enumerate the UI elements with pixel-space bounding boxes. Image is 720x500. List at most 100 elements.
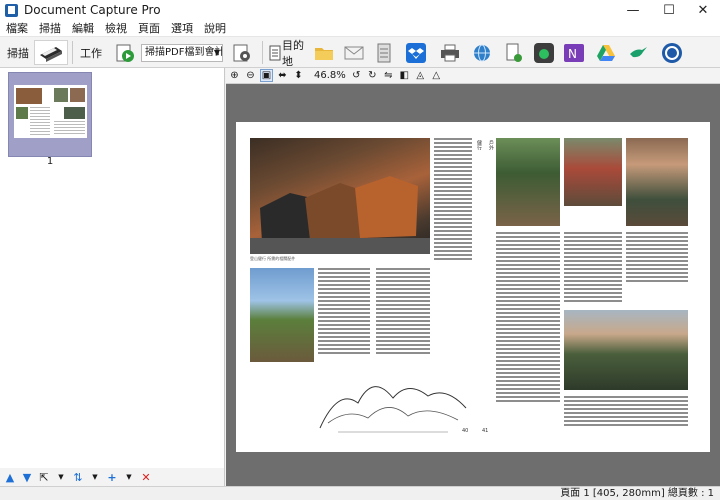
- maximize-button[interactable]: ☐: [652, 0, 686, 20]
- chevron-down-icon: ▼: [126, 473, 132, 481]
- menu-edit[interactable]: 編輯: [72, 20, 94, 36]
- other-destination-button[interactable]: [659, 40, 685, 65]
- thumbnail-page-number: 1: [46, 156, 54, 167]
- chevron-down-icon: ▼: [92, 473, 98, 481]
- fit-page-icon: ▣: [261, 70, 272, 81]
- trail-photo: [496, 138, 560, 226]
- mirror-icon: ◧: [399, 70, 409, 81]
- text-column-3: [434, 138, 472, 262]
- menu-page[interactable]: 頁面: [138, 20, 160, 36]
- skew-right-button[interactable]: △: [430, 69, 443, 82]
- thumbnail-toolbar: ▲ ▼ ⇱ ▼ ⇅ ▼ + ▼ ✕: [0, 468, 225, 486]
- other-destination-icon: [662, 42, 682, 63]
- status-text: 頁面 1 [405, 280mm] 總頁數 : 1: [560, 488, 714, 499]
- page-thumbnail[interactable]: [8, 72, 92, 157]
- document-button[interactable]: [503, 40, 525, 65]
- document-canvas[interactable]: 登山健行 所需的相關配件 40 健行 戶外 41: [226, 84, 720, 486]
- onenote-button[interactable]: N: [563, 40, 585, 65]
- thumbnail-panel: 1: [0, 68, 225, 468]
- dropbox-button[interactable]: [405, 40, 427, 65]
- photo-caption: 登山健行 所需的相關配件: [250, 256, 296, 261]
- document-icon: [506, 43, 522, 62]
- title-bar: Document Capture Pro — ☐ ✕: [0, 0, 720, 20]
- run-job-icon: [116, 44, 134, 62]
- actual-size-icon: ⬍: [294, 70, 303, 81]
- camp-stove-photo: [564, 138, 622, 206]
- google-drive-icon: [597, 44, 615, 61]
- google-drive-button[interactable]: [595, 40, 617, 65]
- mirror-button[interactable]: ◧: [398, 69, 411, 82]
- destination-label: 目的地: [282, 38, 304, 68]
- view-toolbar: ⊕ ⊖ ▣ ⬌ ⬍ 46.8% ↺ ↻ ⇋ ◧ ◬ △: [226, 68, 720, 84]
- fit-width-button[interactable]: ⬌: [276, 69, 289, 82]
- menu-options[interactable]: 選項: [171, 20, 193, 36]
- text-column-1: [318, 268, 370, 356]
- chevron-down-icon: ▼: [213, 48, 220, 57]
- menu-view[interactable]: 檢視: [105, 20, 127, 36]
- triangle-left-icon: ◬: [416, 70, 425, 81]
- menu-file[interactable]: 檔案: [6, 20, 28, 36]
- select-dropdown[interactable]: ▼: [54, 470, 68, 484]
- arrow-up-icon: ▲: [5, 470, 15, 484]
- zoom-in-icon: ⊕: [230, 70, 239, 81]
- menu-help[interactable]: 說明: [204, 20, 226, 36]
- scan-button[interactable]: [34, 40, 68, 65]
- hikers-photo: [250, 268, 314, 362]
- side-title-right: 戶外: [488, 140, 494, 150]
- add-page-button[interactable]: +: [105, 470, 119, 484]
- zoom-out-icon: ⊖: [246, 70, 255, 81]
- sort-button[interactable]: ⇅: [71, 470, 85, 484]
- delete-page-button[interactable]: ✕: [139, 470, 153, 484]
- zoom-level[interactable]: 46.8%: [314, 70, 346, 81]
- rotate-right-button[interactable]: ↻: [366, 69, 379, 82]
- hummingbird-icon: [630, 46, 647, 57]
- menu-scan[interactable]: 掃描: [39, 20, 61, 36]
- move-down-button[interactable]: ▼: [20, 470, 34, 484]
- rotate-left-button[interactable]: ↺: [350, 69, 363, 82]
- hummingbird-button[interactable]: [627, 40, 649, 65]
- email-icon: [344, 46, 364, 59]
- thumbnail-preview: [14, 85, 87, 138]
- evernote-button[interactable]: [533, 40, 555, 65]
- job-settings-button[interactable]: [229, 40, 255, 65]
- add-dropdown[interactable]: ▼: [122, 470, 136, 484]
- globe-icon: [474, 44, 490, 61]
- dropbox-icon: [406, 42, 426, 63]
- mountain-sketch: [319, 386, 467, 433]
- zoom-in-button[interactable]: ⊕: [228, 69, 241, 82]
- fit-page-button[interactable]: ▣: [260, 69, 273, 82]
- folder-button[interactable]: [313, 40, 335, 65]
- evernote-icon: [534, 42, 554, 63]
- zoom-out-button[interactable]: ⊖: [244, 69, 257, 82]
- close-button[interactable]: ✕: [686, 0, 720, 20]
- select-button[interactable]: ⇱: [37, 470, 51, 484]
- chevron-down-icon: ▼: [58, 473, 64, 481]
- job-select[interactable]: 掃描PDF檔到會計 ▼: [141, 44, 223, 62]
- move-up-button[interactable]: ▲: [3, 470, 17, 484]
- hiking-boots-image: [250, 176, 430, 254]
- minimize-button[interactable]: —: [616, 0, 650, 20]
- text-column-2: [376, 268, 430, 356]
- email-button[interactable]: [343, 40, 365, 65]
- flip-icon: ⇋: [384, 70, 393, 81]
- onenote-icon: N: [564, 43, 584, 62]
- flip-button[interactable]: ⇋: [382, 69, 395, 82]
- printer-icon: [441, 44, 459, 61]
- sort-dropdown[interactable]: ▼: [88, 470, 102, 484]
- device-button[interactable]: [373, 40, 395, 65]
- actual-size-button[interactable]: ⬍: [292, 69, 305, 82]
- text-column-5: [564, 232, 622, 304]
- settings-icon: [233, 44, 250, 61]
- arrow-down-icon: ▼: [22, 470, 32, 484]
- run-job-button[interactable]: [112, 40, 138, 65]
- skew-left-button[interactable]: ◬: [414, 69, 427, 82]
- web-button[interactable]: [471, 40, 493, 65]
- triangle-right-icon: △: [432, 70, 441, 81]
- text-column-7: [564, 396, 688, 428]
- scan-label: 掃描: [7, 46, 29, 60]
- cursor-icon: ⇱: [39, 470, 49, 484]
- job-select-value: 掃描PDF檔到會計: [145, 47, 223, 58]
- fit-width-icon: ⬌: [278, 70, 287, 81]
- window-title: Document Capture Pro: [24, 3, 161, 17]
- printer-button[interactable]: [439, 40, 461, 65]
